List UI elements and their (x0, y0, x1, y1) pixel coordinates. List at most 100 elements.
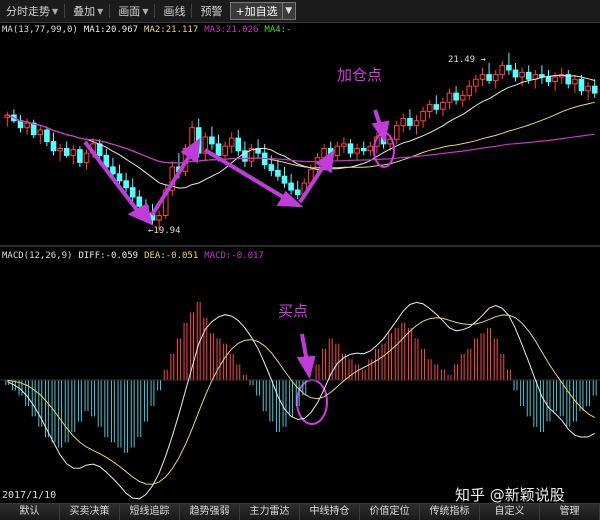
toolbar-item-drawline[interactable]: 画线 (159, 2, 189, 20)
candle-body (50, 141, 57, 152)
candle-body (393, 124, 400, 140)
add-position-label: 加仓点 (337, 66, 383, 84)
moving-average-lines (7, 74, 595, 189)
candle-body (519, 71, 525, 78)
candle-body (506, 64, 512, 71)
chevron-down-icon: ▼ (142, 6, 149, 16)
candle-body (539, 74, 545, 78)
tab-value-position[interactable]: 价值定位 (360, 504, 420, 520)
stock-chart[interactable] (0, 22, 600, 502)
divider (191, 4, 193, 18)
candle-body (209, 136, 215, 145)
toolbar-item-overlay[interactable]: 叠加 ▼ (69, 2, 107, 20)
diff-value: DIFF:-0.059 (78, 251, 139, 261)
candle-body (525, 71, 532, 80)
tab-mid-position[interactable]: 中线持仓 (300, 504, 360, 520)
macd-legend: MACD(12,26,9) DIFF:-0.059 DEA:-0.051 MACD:-… (2, 251, 270, 261)
candle-body (585, 85, 591, 92)
ma4-value: MA4:- (264, 25, 292, 35)
candle-body (63, 148, 70, 156)
ma3-value: MA3:21.026 (204, 25, 259, 35)
candle-body (578, 78, 585, 92)
macd-value: MACD:-0.017 (204, 251, 264, 261)
candle-body (413, 120, 420, 126)
candle-body (367, 145, 374, 152)
tab-custom[interactable]: 自定义 (480, 504, 540, 520)
candle-body (420, 111, 426, 122)
low-price-label: ←19.94 (148, 226, 181, 236)
tab-short-track[interactable]: 短线追踪 (120, 504, 180, 520)
candle-body (552, 76, 558, 83)
candle-body (360, 148, 367, 152)
candle-body (453, 92, 459, 101)
candle-body (268, 164, 275, 171)
candle-body (334, 145, 341, 156)
candle-body (222, 145, 228, 156)
buy-point-label: 买点 (278, 302, 309, 320)
ma1-value: MA1:20.967 (83, 25, 139, 35)
candle-body (440, 101, 446, 110)
tab-trade-decision[interactable]: 买卖决策 (60, 504, 120, 520)
divider (64, 4, 66, 18)
toolbar-item-label: 分时走势 (6, 5, 50, 18)
tab-traditional[interactable]: 传统指标 (420, 504, 480, 520)
candle-body (347, 143, 354, 154)
toolbar-item-timeshare[interactable]: 分时走势 ▼ (2, 2, 62, 20)
candle-body (136, 196, 143, 207)
divider (154, 4, 156, 18)
candle-body (37, 129, 44, 136)
toolbar-item-label: 叠加 (73, 5, 96, 18)
candle-body (492, 74, 499, 81)
candle-body (479, 74, 486, 80)
ma2-value: MA2:21.117 (144, 25, 199, 35)
candle-body (499, 64, 506, 76)
ma-legend: MA(13,77,99,0) MA1:20.967 MA2:21.117 MA3:21… (2, 25, 298, 35)
tab-default[interactable]: 默认 (0, 504, 60, 520)
candle-body (235, 137, 242, 152)
ma-params: MA(13,77,99,0) (2, 25, 78, 35)
candle-body (400, 117, 407, 126)
candle-body (572, 78, 578, 85)
candle-body (156, 214, 162, 221)
candle-body (44, 129, 50, 143)
dea-line (7, 314, 595, 485)
candle-body (407, 117, 413, 126)
candle-body (110, 166, 116, 175)
candle-body (123, 180, 129, 189)
tab-manage[interactable]: 管理 (540, 504, 600, 520)
date-label: 2017/1/10 (2, 490, 57, 501)
candle-body (545, 76, 552, 83)
candle-body (116, 173, 123, 182)
toolbar-item-screen[interactable]: 画面 ▼ (114, 2, 152, 20)
indicator-tabs: 默认 买卖决策 短线追踪 趋势强弱 主力雷达 中线持仓 价值定位 传统指标 自定… (0, 503, 600, 520)
candle-body (341, 143, 347, 147)
candle-body (24, 122, 30, 129)
candle-body (96, 143, 103, 156)
toolbar-item-alert[interactable]: 预警 (196, 2, 226, 20)
toolbar-item-label: 画面 (118, 5, 141, 18)
candle-body (275, 169, 281, 177)
candle-body (486, 74, 492, 81)
buy-point-circle (296, 379, 328, 425)
diff-line (7, 301, 595, 500)
candle-body (281, 175, 288, 184)
divider (109, 4, 111, 18)
candle-body (77, 149, 83, 163)
arrowhead (296, 355, 316, 380)
candle-body (466, 85, 473, 96)
candle-body (57, 148, 63, 152)
watermark: 知乎 @新颖说股 (455, 486, 565, 504)
toolbar-item-label: 画线 (163, 5, 186, 18)
candle-body (228, 137, 235, 147)
candle-body (426, 104, 433, 113)
candle-body (591, 85, 598, 94)
add-watchlist-button[interactable]: +加自选 (230, 2, 283, 20)
candle-body (129, 187, 136, 198)
add-watchlist-dropdown-icon[interactable]: ▼ (282, 2, 296, 20)
candle-body (288, 182, 294, 191)
tab-main-radar[interactable]: 主力雷达 (240, 504, 300, 520)
candle-body (433, 104, 440, 110)
toolbar-item-label: 预警 (200, 5, 223, 18)
dea-value: DEA:-0.051 (144, 251, 199, 261)
tab-trend-strength[interactable]: 趋势强弱 (180, 504, 240, 520)
